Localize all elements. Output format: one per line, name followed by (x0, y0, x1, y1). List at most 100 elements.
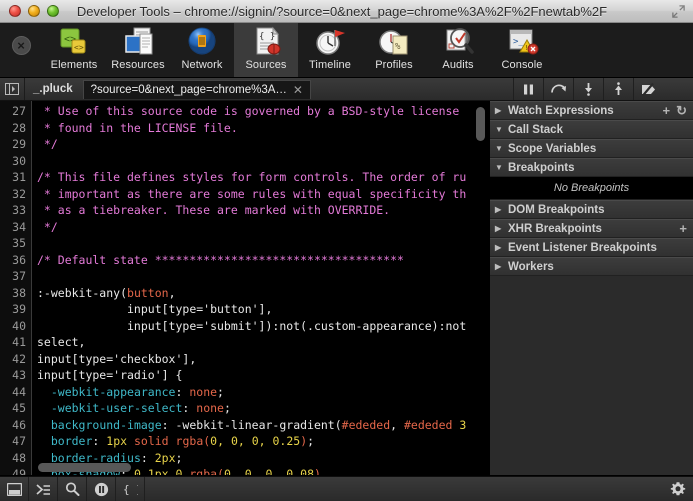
console-icon: >_ ! (505, 26, 539, 58)
code-line[interactable]: input[type='radio'] { (37, 367, 488, 384)
code-line[interactable]: * as a tiebreaker. These are marked with… (37, 202, 488, 219)
dock-to-main-window-button[interactable] (0, 477, 29, 501)
tab-elements[interactable]: <> <> Elements (42, 23, 106, 77)
line-number[interactable]: 27 (0, 103, 26, 120)
code-line[interactable] (37, 153, 488, 170)
sidebar-section-dom-breakpoints[interactable]: ▶ DOM Breakpoints (490, 200, 693, 219)
line-number[interactable]: 33 (0, 202, 26, 219)
pretty-print-button[interactable]: { } (116, 477, 145, 501)
editor-vertical-scrollbar[interactable] (476, 107, 485, 141)
fullscreen-icon[interactable] (671, 4, 686, 19)
sidebar-section-scope-variables[interactable]: ▼Scope Variables (490, 139, 693, 158)
deactivate-breakpoints-button[interactable] (633, 78, 663, 100)
line-number[interactable]: 45 (0, 400, 26, 417)
code-line[interactable]: select, (37, 334, 488, 351)
code-line[interactable]: -webkit-user-select: none; (37, 400, 488, 417)
code-line[interactable]: */ (37, 219, 488, 236)
sidebar-toggle-icon (5, 83, 19, 95)
pause-on-exceptions-button[interactable] (87, 477, 116, 501)
tab-profiles[interactable]: % Profiles (362, 23, 426, 77)
add-button[interactable]: + (663, 104, 671, 117)
sidebar-section-call-stack[interactable]: ▼Call Stack (490, 120, 693, 139)
code-line[interactable] (37, 235, 488, 252)
code-line[interactable]: * found in the LICENSE file. (37, 120, 488, 137)
refresh-button[interactable]: ↻ (676, 104, 687, 117)
code-line[interactable]: input[type='button'], (37, 301, 488, 318)
pause-script-execution-button[interactable] (513, 78, 543, 100)
line-number[interactable]: 35 (0, 235, 26, 252)
line-number[interactable]: 46 (0, 417, 26, 434)
tab-resources[interactable]: Resources (106, 23, 170, 77)
line-number[interactable]: 37 (0, 268, 26, 285)
code-line[interactable]: */ (37, 136, 488, 153)
code-line[interactable]: border: 1px solid rgba(0, 0, 0, 0.25); (37, 433, 488, 450)
sidebar-section-title: DOM Breakpoints (508, 204, 687, 216)
chevron-right-icon: ▶ (495, 262, 503, 271)
tab-audits[interactable]: Audits (426, 23, 490, 77)
line-number[interactable]: 38 (0, 285, 26, 302)
tab-console[interactable]: >_ ! Console (490, 23, 554, 77)
line-number[interactable]: 40 (0, 318, 26, 335)
line-number[interactable]: 44 (0, 384, 26, 401)
source-code-editor[interactable]: 2728293031323334353637383940414243444546… (0, 101, 488, 475)
line-number[interactable]: 47 (0, 433, 26, 450)
current-file-name[interactable]: _.pluck (25, 78, 83, 100)
close-devtools-button[interactable]: × (0, 23, 42, 77)
toggle-navigator-sidebar-button[interactable] (0, 78, 25, 100)
code-line[interactable]: input[type='submit']):not(.custom-appear… (37, 318, 488, 335)
chevron-right-icon: ▶ (495, 205, 503, 214)
line-number[interactable]: 29 (0, 136, 26, 153)
tab-sources[interactable]: { } Sources (234, 23, 298, 77)
line-number[interactable]: 49 (0, 466, 26, 475)
tab-timeline[interactable]: Timeline (298, 23, 362, 77)
tab-label: Resources (111, 59, 164, 71)
code-line[interactable]: * important as there are some rules with… (37, 186, 488, 203)
line-number[interactable]: 34 (0, 219, 26, 236)
line-number[interactable]: 30 (0, 153, 26, 170)
sidebar-section-breakpoints[interactable]: ▼Breakpoints (490, 158, 693, 177)
line-number[interactable]: 36 (0, 252, 26, 269)
line-number[interactable]: 39 (0, 301, 26, 318)
code-line[interactable]: :-webkit-any(button, (37, 285, 488, 302)
sidebar-section-xhr-breakpoints[interactable]: ▶XHR Breakpoints+ (490, 219, 693, 238)
code-line[interactable]: * Use of this source code is governed by… (37, 103, 488, 120)
sidebar-section-event-listener-breakpoints[interactable]: ▶Event Listener Breakpoints (490, 238, 693, 257)
editor-tab[interactable]: ?source=0&next_page=chrome%3A… ✕ (83, 80, 311, 99)
editor-horizontal-scrollbar[interactable] (38, 463, 131, 472)
line-number[interactable]: 42 (0, 351, 26, 368)
devtools-window: Developer Tools – chrome://signin/?sourc… (0, 0, 693, 501)
code-line[interactable] (37, 268, 488, 285)
debugger-sidebar: ▶Watch Expressions+↻▼Call Stack▼Scope Va… (490, 101, 693, 475)
line-number[interactable]: 41 (0, 334, 26, 351)
settings-button[interactable] (663, 477, 693, 501)
line-number[interactable]: 48 (0, 450, 26, 467)
tab-network[interactable]: Network (170, 23, 234, 77)
search-in-sources-button[interactable] (58, 477, 87, 501)
line-number[interactable]: 28 (0, 120, 26, 137)
step-over-button[interactable] (543, 78, 573, 100)
sidebar-section-watch-expressions[interactable]: ▶Watch Expressions+↻ (490, 101, 693, 120)
step-out-button[interactable] (603, 78, 633, 100)
tab-label: Elements (51, 59, 98, 71)
code-text[interactable]: * Use of this source code is governed by… (32, 101, 488, 475)
add-button[interactable]: + (679, 222, 687, 235)
step-into-button[interactable] (573, 78, 603, 100)
close-icon: × (12, 36, 31, 55)
svg-text:!: ! (525, 44, 528, 52)
line-number[interactable]: 32 (0, 186, 26, 203)
sidebar-section-title: Event Listener Breakpoints (508, 242, 687, 254)
debugger-controls-spacer (663, 78, 693, 100)
code-line[interactable]: /* This file defines styles for form con… (37, 169, 488, 186)
code-line[interactable]: /* Default state ***********************… (37, 252, 488, 269)
sources-toolbar: _.pluck ?source=0&next_page=chrome%3A… ✕ (0, 78, 693, 101)
line-number[interactable]: 31 (0, 169, 26, 186)
code-line[interactable]: -webkit-appearance: none; (37, 384, 488, 401)
sidebar-section-workers[interactable]: ▶ Workers (490, 257, 693, 276)
sidebar-section-title: Workers (508, 261, 687, 273)
show-console-drawer-button[interactable] (29, 477, 58, 501)
line-number[interactable]: 43 (0, 367, 26, 384)
code-line[interactable]: background-image: -webkit-linear-gradien… (37, 417, 488, 434)
editor-tab-close-icon[interactable]: ✕ (293, 83, 303, 97)
code-line[interactable]: input[type='checkbox'], (37, 351, 488, 368)
gear-icon (670, 481, 686, 497)
